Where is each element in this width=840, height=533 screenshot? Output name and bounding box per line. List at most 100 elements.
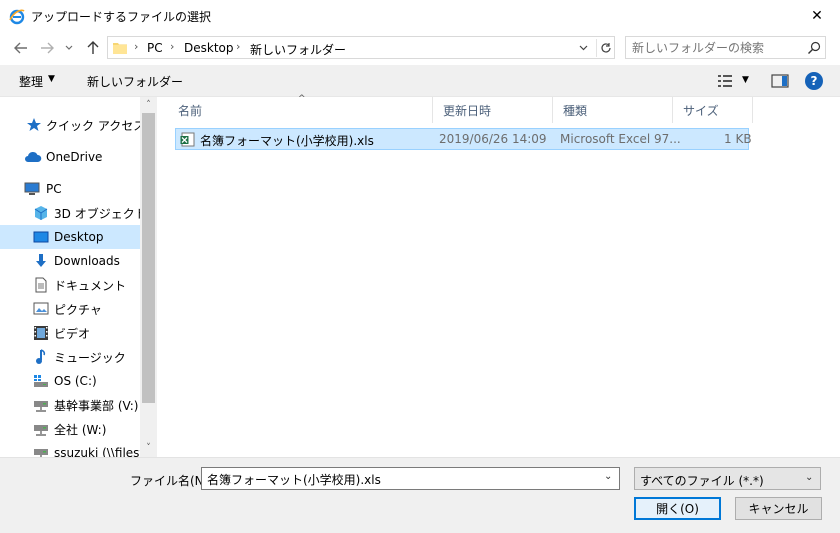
excel-file-icon — [180, 132, 195, 147]
nav-item-quick-access[interactable]: クイック アクセス — [0, 113, 145, 137]
refresh-button[interactable] — [596, 39, 614, 57]
view-options-dropdown[interactable]: ▼ — [742, 75, 749, 85]
download-icon — [36, 254, 46, 267]
nav-item-label: Desktop — [54, 230, 104, 244]
organize-dropdown-icon[interactable]: ▼ — [48, 74, 55, 84]
nav-item-label: OS (C:) — [54, 374, 97, 388]
star-icon — [27, 118, 41, 131]
search-icon — [808, 41, 821, 54]
back-button[interactable] — [10, 37, 32, 59]
scroll-down-button[interactable]: ˅ — [140, 440, 157, 456]
network-drive-icon — [34, 401, 48, 412]
search-box[interactable] — [625, 36, 826, 59]
nav-item-label: 基幹事業部 (V:) — [54, 398, 139, 413]
recent-locations-button[interactable] — [62, 37, 76, 59]
chevron-down-icon — [65, 45, 73, 50]
nav-item-drive-ssuzuki[interactable]: ssuzuki (\\filesv — [0, 441, 140, 457]
column-header-type[interactable]: 種類 — [553, 97, 673, 123]
nav-item-label: ミュージック — [54, 350, 126, 365]
breadcrumb-separator[interactable]: › — [134, 40, 138, 53]
nav-item-label: ビデオ — [54, 326, 91, 341]
nav-item-desktop[interactable]: Desktop — [0, 225, 140, 249]
refresh-icon — [600, 43, 611, 53]
open-button-label: 開く(O) — [656, 502, 699, 516]
table-row[interactable]: 名簿フォーマット(小学校用).xls 2019/06/26 14:09 Micr… — [175, 128, 752, 150]
network-drive-icon — [34, 425, 48, 436]
filename-combo[interactable]: ⌄ — [201, 467, 620, 490]
nav-item-videos[interactable]: ビデオ — [0, 321, 140, 345]
column-header-label: 更新日時 — [443, 103, 492, 118]
breadcrumb-pc[interactable]: PC — [147, 41, 163, 55]
breadcrumb-new-folder[interactable]: 新しいフォルダー — [250, 41, 346, 58]
column-header-label: 名前 — [178, 103, 203, 118]
nav-item-pictures[interactable]: ピクチャ — [0, 297, 140, 321]
breadcrumb-desktop[interactable]: Desktop — [184, 41, 234, 55]
help-button[interactable]: ? — [805, 72, 823, 90]
close-button[interactable]: ✕ — [794, 0, 840, 31]
nav-item-downloads[interactable]: Downloads — [0, 249, 140, 273]
music-icon — [36, 349, 46, 364]
forward-button[interactable] — [36, 37, 58, 59]
file-type-value: すべてのファイル (*.*) — [640, 474, 764, 488]
preview-pane-icon[interactable] — [771, 73, 789, 89]
address-dropdown-button[interactable] — [574, 40, 592, 56]
scroll-thumb[interactable] — [142, 113, 155, 403]
column-header-label: サイズ — [683, 103, 719, 118]
drive-icon — [34, 375, 48, 387]
desktop-icon — [33, 231, 49, 243]
cube-icon — [34, 206, 48, 220]
column-header-size[interactable]: サイズ — [673, 97, 753, 123]
nav-item-label: クイック アクセス — [46, 118, 146, 133]
breadcrumb-separator[interactable]: › — [236, 40, 240, 53]
scroll-up-button[interactable]: ˄ — [140, 97, 157, 113]
view-details-icon[interactable] — [716, 73, 734, 89]
nav-item-label: 全社 (W:) — [54, 422, 107, 437]
file-list: ^ 名前 更新日時 種類 サイズ 名簿フォーマット(小学校用).xls 2019… — [160, 94, 840, 457]
nav-item-label: 3D オブジェクト — [54, 206, 147, 221]
document-icon — [35, 277, 47, 293]
filename-input[interactable] — [207, 471, 597, 487]
nav-scrollbar[interactable]: ˄ ˅ — [140, 97, 157, 457]
cancel-button-label: キャンセル — [748, 502, 809, 516]
nav-item-label: ピクチャ — [54, 302, 102, 317]
address-bar[interactable]: › PC › Desktop › 新しいフォルダー — [107, 36, 615, 59]
nav-item-onedrive[interactable]: OneDrive — [0, 145, 140, 169]
file-name: 名簿フォーマット(小学校用).xls — [200, 134, 374, 148]
breadcrumb-separator[interactable]: › — [170, 40, 174, 53]
network-drive-icon — [34, 449, 48, 457]
title-bar: アップロードするファイルの選択 ✕ — [0, 0, 840, 31]
file-type: Microsoft Excel 97... — [560, 132, 681, 146]
nav-item-label: OneDrive — [46, 150, 103, 164]
new-folder-button[interactable]: 新しいフォルダー — [87, 73, 183, 90]
nav-item-3d-objects[interactable]: 3D オブジェクト — [0, 201, 147, 225]
internet-explorer-icon — [9, 9, 25, 25]
organize-button[interactable]: 整理 — [19, 73, 43, 90]
nav-item-music[interactable]: ミュージック — [0, 345, 140, 369]
window-title: アップロードするファイルの選択 — [31, 10, 212, 24]
help-icon: ? — [810, 74, 818, 88]
nav-item-os-c[interactable]: OS (C:) — [0, 369, 140, 393]
close-icon: ✕ — [811, 7, 823, 24]
open-button[interactable]: 開く(O) — [634, 497, 721, 520]
search-input[interactable] — [632, 40, 792, 56]
nav-item-drive-w[interactable]: 全社 (W:) — [0, 417, 140, 441]
filename-dropdown-button[interactable]: ⌄ — [604, 471, 612, 482]
toolbar: 整理 ▼ 新しいフォルダー ▼ ? — [0, 65, 840, 97]
nav-item-label: ドキュメント — [54, 278, 127, 293]
nav-item-pc[interactable]: PC — [0, 177, 140, 201]
nav-item-drive-v[interactable]: 基幹事業部 (V:) — [0, 393, 140, 417]
column-header-name[interactable]: 名前 — [168, 97, 433, 123]
cloud-icon — [25, 151, 42, 162]
up-button[interactable] — [82, 37, 104, 59]
folder-icon — [113, 43, 127, 54]
file-type-select[interactable]: すべてのファイル (*.*) ⌄ — [634, 467, 821, 490]
bottom-panel: ファイル名(N): ⌄ すべてのファイル (*.*) ⌄ 開く(O) キャンセル — [0, 457, 840, 533]
nav-item-documents[interactable]: ドキュメント — [0, 273, 140, 297]
video-icon — [34, 326, 48, 340]
navigation-pane: クイック アクセス OneDrive PC 3D オブジェクト Desktop … — [0, 97, 158, 457]
picture-icon — [33, 302, 49, 315]
up-arrow-icon — [87, 41, 99, 54]
column-header-date[interactable]: 更新日時 — [433, 97, 553, 123]
cancel-button[interactable]: キャンセル — [735, 497, 822, 520]
chevron-down-icon: ⌄ — [805, 472, 814, 483]
